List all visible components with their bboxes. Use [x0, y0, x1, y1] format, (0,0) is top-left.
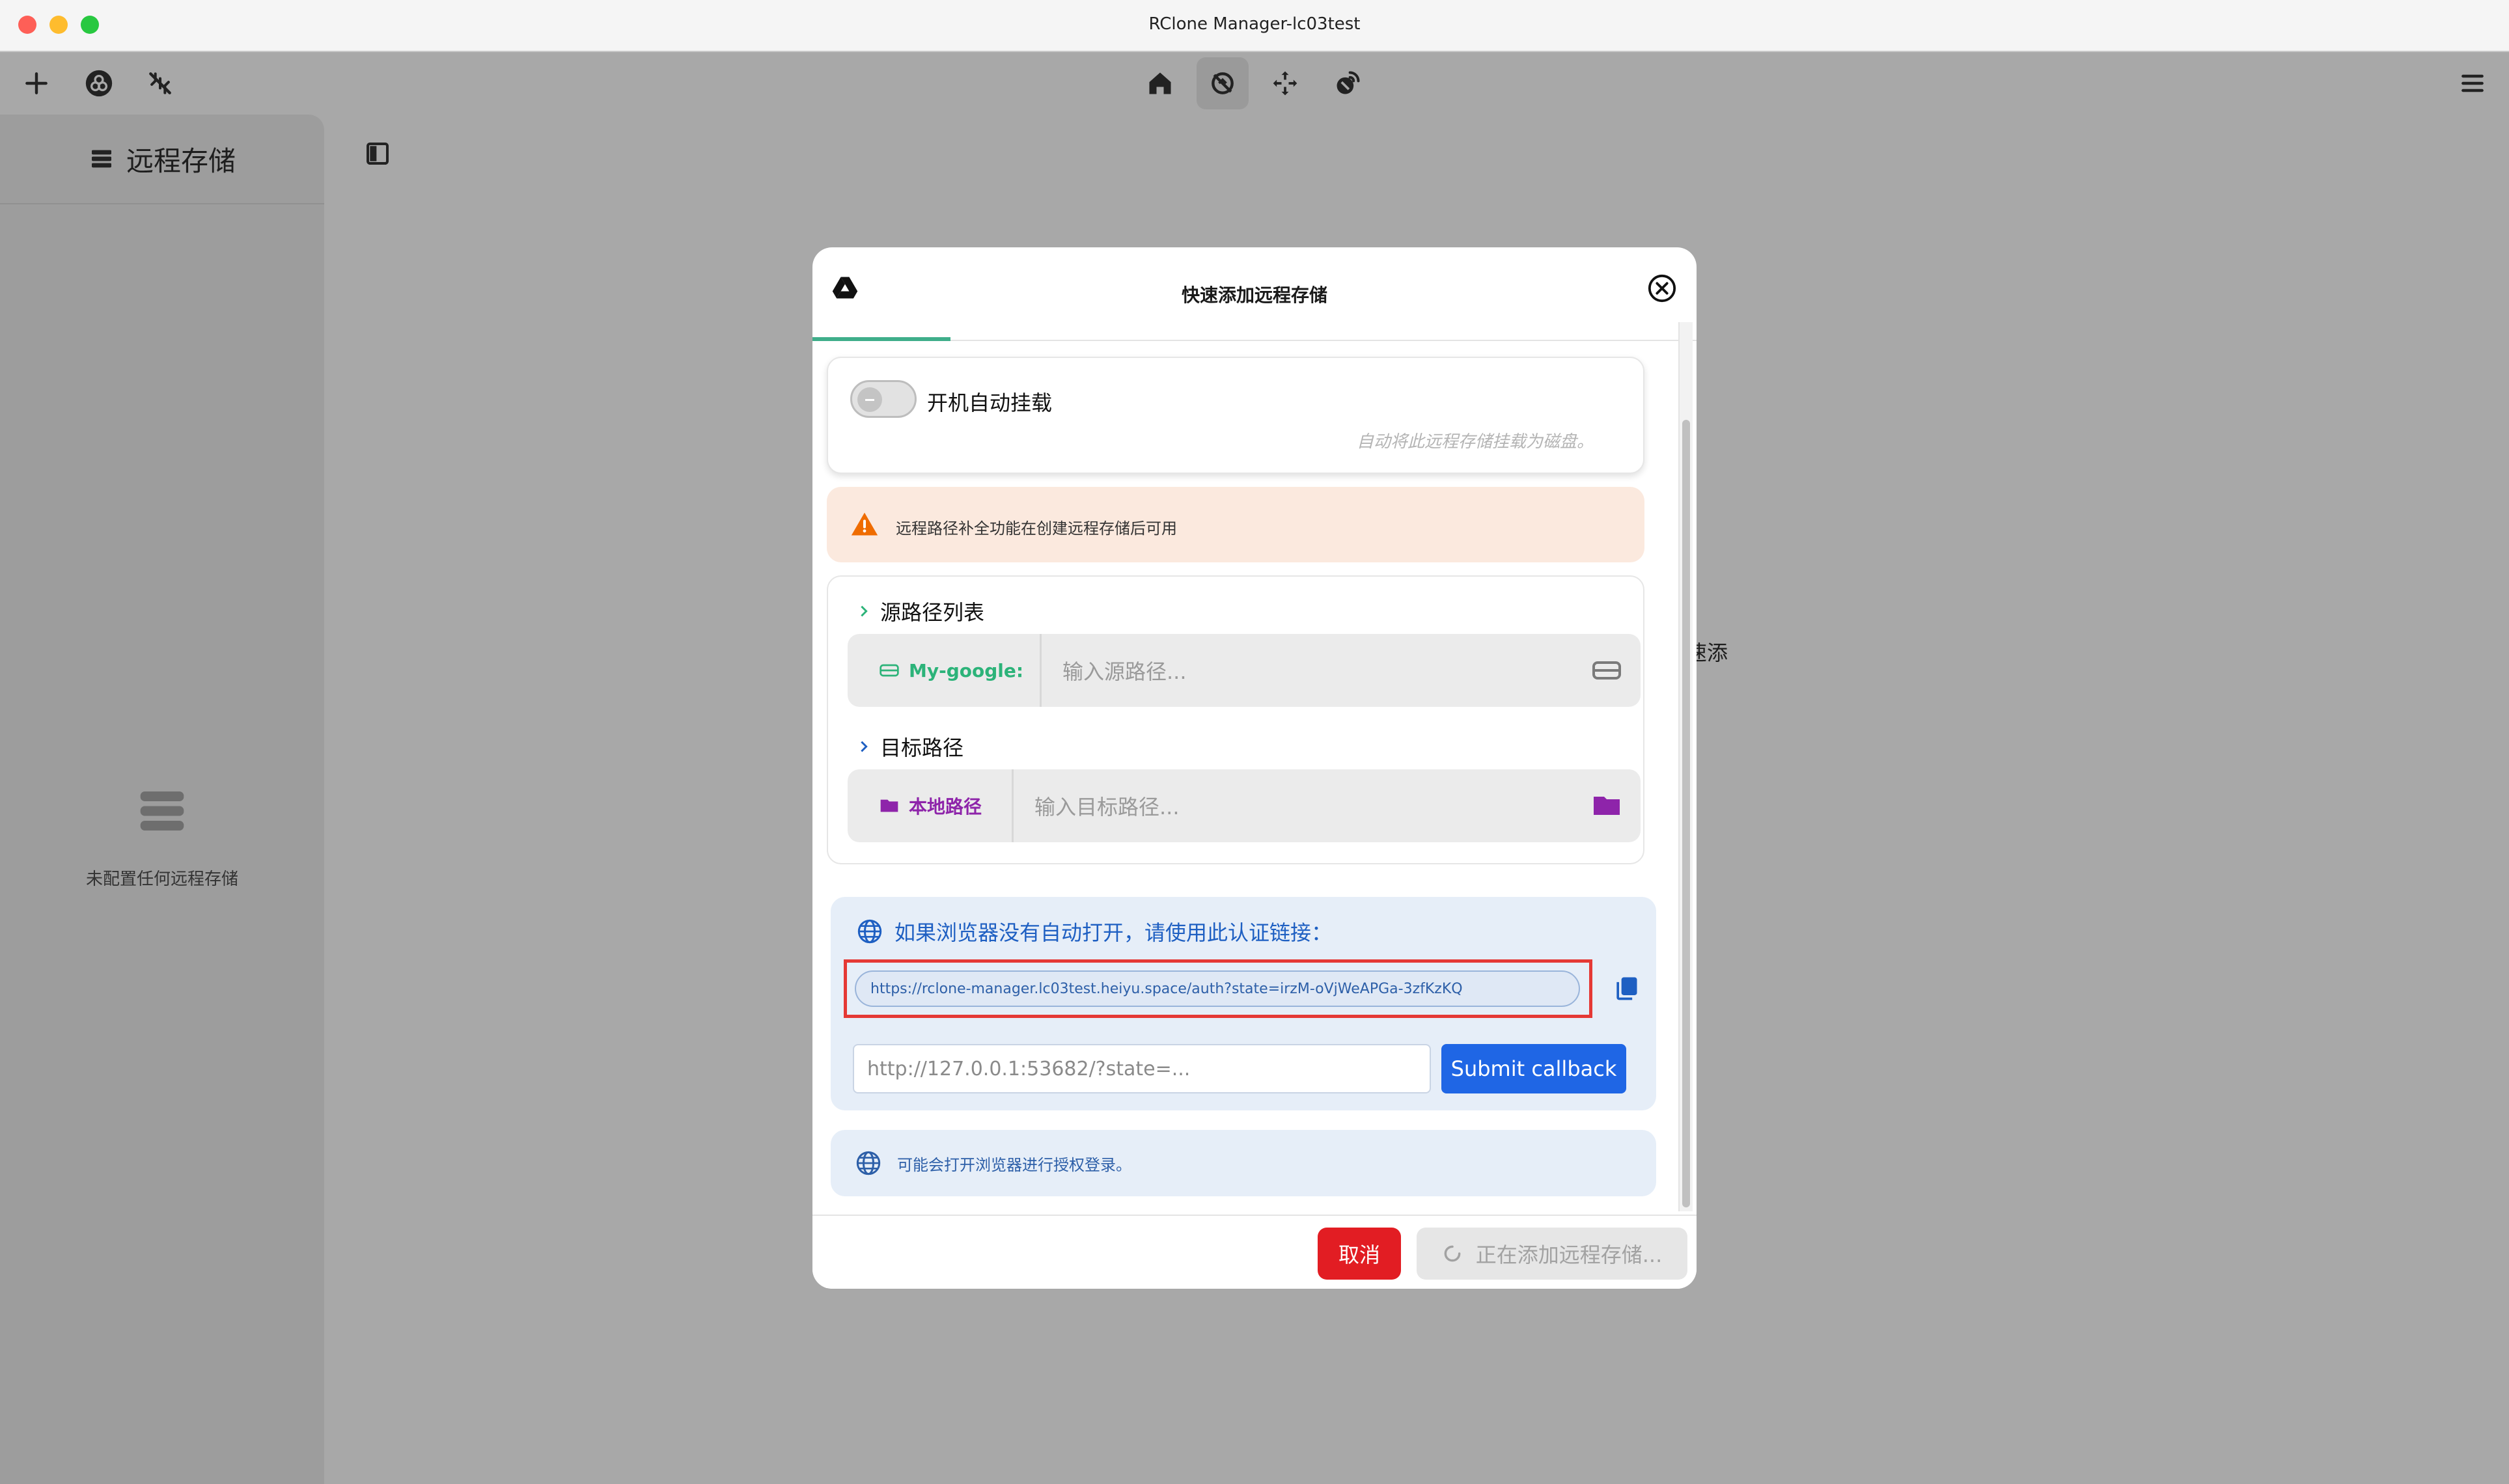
empty-state-text: 未配置任何远程存储: [85, 870, 238, 889]
sidebar: 远程存储 未配置任何远程存储: [0, 115, 324, 1484]
sidebar-header: 远程存储: [0, 115, 324, 204]
window-title: RClone Manager-lc03test: [1148, 14, 1361, 34]
close-icon[interactable]: [1647, 273, 1677, 303]
source-path-row: My-google: 输入源路径...: [848, 634, 1641, 707]
rclone-icon[interactable]: [81, 65, 117, 102]
callback-url-input[interactable]: http://127.0.0.1:53682/?state=...: [853, 1044, 1431, 1093]
source-section-toggle[interactable]: 源路径列表: [857, 596, 984, 626]
warning-icon: [851, 512, 878, 536]
move-icon[interactable]: [1267, 65, 1303, 102]
adding-remote-button[interactable]: 正在添加远程存储...: [1417, 1228, 1687, 1280]
target-path-input[interactable]: 输入目标路径...: [1014, 769, 1587, 842]
sidebar-header-label: 远程存储: [126, 144, 236, 177]
auth-heading: 如果浏览器没有自动打开，请使用此认证链接：: [857, 916, 1332, 946]
dialog-footer: 取消 正在添加远程存储...: [812, 1215, 1697, 1289]
target-section-toggle[interactable]: 目标路径: [857, 732, 963, 762]
drive-icon: [880, 664, 899, 677]
target-section-title: 目标路径: [880, 735, 964, 760]
source-remote-label: My-google:: [909, 659, 1024, 681]
source-path-input[interactable]: 输入源路径...: [1042, 634, 1588, 707]
submit-callback-button[interactable]: Submit callback: [1441, 1044, 1626, 1093]
dialog-title: 快速添加远程存储: [1181, 284, 1327, 306]
toggle-sidebar-icon[interactable]: [365, 141, 391, 167]
source-section-title: 源路径列表: [880, 600, 985, 625]
auth-link-box: 如果浏览器没有自动打开，请使用此认证链接： https://rclone-man…: [831, 897, 1656, 1110]
folder-icon: [880, 799, 898, 812]
dialog-scrollbar[interactable]: [1678, 322, 1693, 1211]
adding-remote-label: 正在添加远程存储...: [1475, 1243, 1663, 1267]
quick-add-remote-dialog: 快速添加远程存储 开机自动挂载 自动将此远程存储挂载为磁盘。 远程路径补全功能在…: [812, 247, 1697, 1289]
active-tab-indicator: [812, 337, 950, 341]
spinner-icon: [1444, 1245, 1461, 1262]
dialog-header: 快速添加远程存储: [812, 247, 1697, 341]
copy-icon[interactable]: [1612, 974, 1641, 1002]
info-banner: 可能会打开浏览器进行授权登录。: [831, 1130, 1656, 1196]
drive-browse-icon[interactable]: [1591, 655, 1622, 686]
auth-url-highlight: https://rclone-manager.lc03test.heiyu.sp…: [844, 959, 1592, 1018]
sync-icon[interactable]: [1197, 57, 1249, 109]
no-network-icon[interactable]: [142, 65, 178, 102]
home-icon[interactable]: [1142, 65, 1178, 102]
paths-card: 源路径列表 My-google: 输入源路径... 目标路径 本地路径 输入目标…: [827, 575, 1644, 864]
target-local-label: 本地路径: [909, 796, 982, 818]
title-bar: RClone Manager-lc03test: [0, 0, 2509, 52]
empty-storage-icon: [140, 791, 184, 831]
globe-icon: [856, 1151, 881, 1175]
warning-text: 远程路径补全功能在创建远程存储后可用: [896, 519, 1177, 538]
target-local-prefix: 本地路径: [848, 769, 1014, 842]
automount-toggle[interactable]: [850, 380, 917, 418]
menu-icon[interactable]: [2454, 65, 2491, 102]
warning-banner: 远程路径补全功能在创建远程存储后可用: [827, 487, 1644, 562]
chevron-right-icon: [861, 605, 868, 617]
plus-icon[interactable]: [18, 65, 55, 102]
toolbar: [0, 52, 2509, 115]
toggle-knob: [857, 387, 882, 412]
chevron-right-icon: [861, 741, 868, 752]
scrollbar-thumb[interactable]: [1682, 420, 1690, 1207]
auth-url-field[interactable]: https://rclone-manager.lc03test.heiyu.sp…: [855, 970, 1580, 1007]
folder-browse-icon[interactable]: [1591, 790, 1622, 821]
storage-list-icon: [91, 150, 111, 168]
cancel-button[interactable]: 取消: [1318, 1228, 1401, 1280]
auth-heading-text: 如果浏览器没有自动打开，请使用此认证链接：: [894, 920, 1333, 945]
source-remote-prefix: My-google:: [848, 634, 1042, 707]
automount-hint: 自动将此远程存储挂载为磁盘。: [1356, 432, 1594, 452]
serve-icon[interactable]: [1329, 65, 1366, 102]
target-path-row: 本地路径 输入目标路径...: [848, 769, 1641, 842]
globe-icon: [857, 919, 882, 944]
automount-label: 开机自动挂载: [927, 391, 1053, 415]
info-text: 可能会打开浏览器进行授权登录。: [897, 1155, 1131, 1174]
automount-card: 开机自动挂载 自动将此远程存储挂载为磁盘。: [827, 357, 1644, 474]
sidebar-empty-state: 未配置任何远程存储: [0, 785, 324, 890]
